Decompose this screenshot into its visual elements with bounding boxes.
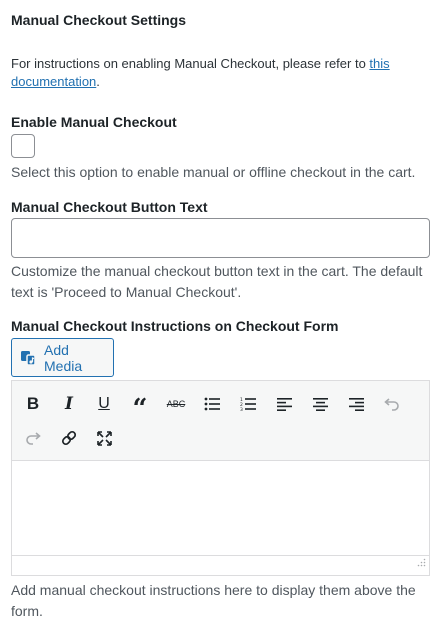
intro-prefix: For instructions on enabling Manual Chec… xyxy=(11,56,370,71)
instructions-label: Manual Checkout Instructions on Checkout… xyxy=(11,318,339,334)
editor-toolbar: B I U “ ABC 1 2 3 xyxy=(12,381,429,461)
bullet-list-icon[interactable] xyxy=(197,389,227,419)
resize-handle-icon[interactable] xyxy=(417,554,426,572)
instructions-editor[interactable]: B I U “ ABC 1 2 3 xyxy=(11,380,430,576)
blockquote-icon[interactable]: “ xyxy=(125,389,155,422)
link-icon[interactable] xyxy=(54,423,84,453)
button-text-label: Manual Checkout Button Text xyxy=(11,199,208,215)
numbered-list-icon[interactable]: 1 2 3 xyxy=(233,389,263,419)
fullscreen-icon[interactable] xyxy=(89,423,119,453)
intro-suffix: . xyxy=(96,74,100,89)
add-media-label: Add Media xyxy=(44,341,83,374)
editor-statusbar xyxy=(12,555,429,575)
enable-manual-checkout-checkbox[interactable] xyxy=(11,134,35,158)
align-center-icon[interactable] xyxy=(305,389,335,419)
bold-icon[interactable]: B xyxy=(18,389,48,419)
enable-help-text: Select this option to enable manual or o… xyxy=(11,164,416,180)
redo-icon[interactable] xyxy=(18,423,48,453)
editor-content-area[interactable] xyxy=(12,461,429,556)
align-right-icon[interactable] xyxy=(341,389,371,419)
underline-icon[interactable]: U xyxy=(89,389,119,419)
add-media-button[interactable]: Add Media xyxy=(11,338,114,377)
enable-manual-checkout-label: Enable Manual Checkout xyxy=(11,114,177,130)
button-text-help: Customize the manual checkout button tex… xyxy=(11,263,423,300)
section-title: Manual Checkout Settings xyxy=(11,12,187,28)
intro-text: For instructions on enabling Manual Chec… xyxy=(11,55,421,91)
strikethrough-icon[interactable]: ABC xyxy=(161,389,191,419)
undo-icon[interactable] xyxy=(377,389,407,419)
instructions-help-text: Add manual checkout instructions here to… xyxy=(11,582,416,619)
italic-icon[interactable]: I xyxy=(54,389,84,419)
button-text-input[interactable] xyxy=(11,218,430,258)
media-icon xyxy=(18,348,38,368)
svg-text:3: 3 xyxy=(240,407,243,411)
align-left-icon[interactable] xyxy=(269,389,299,419)
